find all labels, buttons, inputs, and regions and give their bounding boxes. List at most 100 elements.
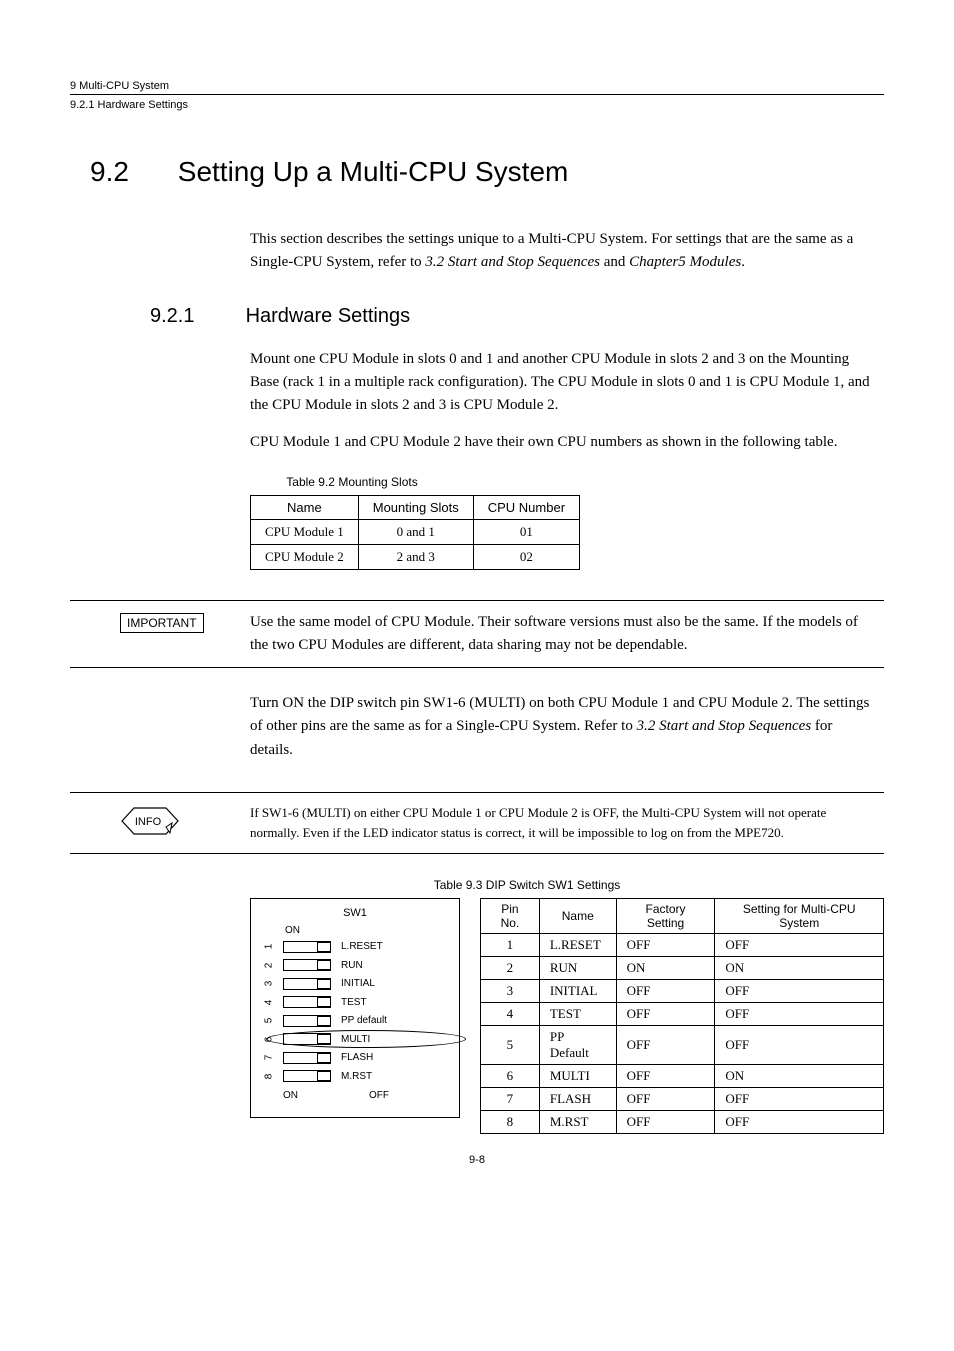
t93-cell-pin: 4 (481, 1003, 540, 1026)
t93-h-name: Name (539, 899, 616, 934)
t93-cell-pin: 5 (481, 1026, 540, 1065)
subsection-title-text: Hardware Settings (246, 305, 411, 327)
dip-switch-thumb (317, 979, 331, 989)
t92-r0-slots: 0 and 1 (358, 519, 473, 544)
page-number: 9-8 (70, 1154, 884, 1166)
dip-switch-row: 8M.RST (261, 1068, 449, 1085)
t93-cell-factory: OFF (616, 1088, 715, 1111)
table-row: 1L.RESETOFFOFF (481, 934, 884, 957)
intro-text-c: . (741, 254, 745, 270)
dip-switch-row: 3 INITIAL (261, 975, 449, 992)
dip-switch-slot (283, 1070, 331, 1082)
svg-text:INFO: INFO (135, 816, 162, 828)
dip-switch-number: 3 (264, 976, 275, 992)
dip-switch-thumb (317, 942, 331, 952)
t92-r1-name: CPU Module 2 (251, 544, 359, 569)
dip-switch-row: 1L.RESET (261, 938, 449, 955)
table-row: CPU Module 1 0 and 1 01 (251, 519, 580, 544)
t93-cell-factory: OFF (616, 934, 715, 957)
section-title-text: Setting Up a Multi-CPU System (178, 156, 569, 187)
dip-switch-number: 6 (264, 1031, 275, 1047)
dip-switch-label: RUN (341, 960, 363, 971)
running-header-chapter: 9 Multi-CPU System (70, 80, 884, 92)
dip-switch-slot (283, 941, 331, 953)
t93-cell-name: INITIAL (539, 980, 616, 1003)
t93-cell-multi: OFF (715, 1088, 884, 1111)
t93-h-multi: Setting for Multi-CPU System (715, 899, 884, 934)
dip-switch-row: 4TEST (261, 994, 449, 1011)
dip-switch-slot (283, 1052, 331, 1064)
dip-switch-slot (283, 1033, 331, 1045)
t93-cell-factory: OFF (616, 1065, 715, 1088)
section-heading: 9.2 Setting Up a Multi-CPU System (90, 156, 884, 188)
table-row: 6MULTIOFFON (481, 1065, 884, 1088)
t93-cell-multi: OFF (715, 934, 884, 957)
dip-switch-thumb (317, 1016, 331, 1026)
dip-switch-number: 4 (264, 994, 275, 1010)
dip-title: SW1 (261, 907, 449, 919)
table-row: 4TESTOFFOFF (481, 1003, 884, 1026)
dip-settings-table: Pin No. Name Factory Setting Setting for… (480, 898, 884, 1134)
dip-switch-label: PP default (341, 1015, 387, 1026)
table-row: 8M.RSTOFFOFF (481, 1111, 884, 1134)
dip-switch-diagram: SW1 ON 1L.RESET2RUN3INITIAL4TEST5PP defa… (250, 898, 460, 1118)
t93-cell-factory: OFF (616, 1026, 715, 1065)
dip-switch-thumb (317, 1034, 331, 1044)
intro-ref-1: 3.2 Start and Stop Sequences (425, 254, 600, 270)
t93-h-pin: Pin No. (481, 899, 540, 934)
table-9-3-caption: Table 9.3 DIP Switch SW1 Settings (170, 878, 884, 892)
important-text: Use the same model of CPU Module. Their … (250, 611, 874, 658)
dip-switch-row: 7FLASH (261, 1049, 449, 1066)
dip-instruction-paragraph: Turn ON the DIP switch pin SW1-6 (MULTI)… (250, 692, 874, 762)
t92-h-cpunum: CPU Number (473, 495, 579, 519)
t93-cell-factory: OFF (616, 980, 715, 1003)
dip-switch-thumb (317, 1071, 331, 1081)
dip-switch-slot (283, 959, 331, 971)
dip-switch-row: 6MULTI (261, 1031, 449, 1048)
midpara-ref: 3.2 Start and Stop Sequences (637, 718, 812, 734)
running-header-section: 9.2.1 Hardware Settings (70, 99, 884, 111)
dip-on-label-top: ON (285, 925, 449, 936)
dip-switch-thumb (317, 997, 331, 1007)
hw-paragraph-1: Mount one CPU Module in slots 0 and 1 an… (250, 348, 874, 418)
t92-r0-num: 01 (473, 519, 579, 544)
mounting-slots-table: Name Mounting Slots CPU Number CPU Modul… (250, 495, 580, 570)
subsection-number: 9.2.1 (150, 305, 240, 328)
section-intro: This section describes the settings uniq… (250, 228, 874, 275)
t93-cell-multi: ON (715, 1065, 884, 1088)
table-row: 2RUNONON (481, 957, 884, 980)
info-callout: INFO If SW1-6 (MULTI) on either CPU Modu… (70, 792, 884, 854)
t93-cell-factory: OFF (616, 1111, 715, 1134)
t93-cell-multi: ON (715, 957, 884, 980)
t93-cell-name: FLASH (539, 1088, 616, 1111)
t93-h-factory: Factory Setting (616, 899, 715, 934)
t93-cell-pin: 1 (481, 934, 540, 957)
dip-switch-label: INITIAL (341, 978, 375, 989)
dip-switch-label: FLASH (341, 1052, 373, 1063)
t93-cell-multi: OFF (715, 1026, 884, 1065)
t93-cell-pin: 8 (481, 1111, 540, 1134)
t93-cell-name: MULTI (539, 1065, 616, 1088)
t92-r1-num: 02 (473, 544, 579, 569)
t92-h-name: Name (251, 495, 359, 519)
t93-cell-multi: OFF (715, 1003, 884, 1026)
dip-switch-number: 2 (264, 957, 275, 973)
t93-cell-multi: OFF (715, 1111, 884, 1134)
t93-cell-name: PP Default (539, 1026, 616, 1065)
dip-on-label-bottom: ON (283, 1090, 298, 1101)
dip-switch-number: 8 (264, 1068, 275, 1084)
intro-ref-2: Chapter5 Modules (629, 254, 741, 270)
t92-r0-name: CPU Module 1 (251, 519, 359, 544)
t93-cell-name: TEST (539, 1003, 616, 1026)
hw-paragraph-2: CPU Module 1 and CPU Module 2 have their… (250, 431, 874, 454)
t93-cell-factory: ON (616, 957, 715, 980)
header-rule (70, 94, 884, 95)
t93-cell-name: RUN (539, 957, 616, 980)
t92-r1-slots: 2 and 3 (358, 544, 473, 569)
table-row: 7FLASHOFFOFF (481, 1088, 884, 1111)
info-icon: INFO (120, 805, 180, 842)
section-number: 9.2 (90, 156, 170, 188)
t93-cell-name: M.RST (539, 1111, 616, 1134)
t93-cell-pin: 3 (481, 980, 540, 1003)
table-9-2-caption: Table 9.2 Mounting Slots (0, 475, 884, 489)
